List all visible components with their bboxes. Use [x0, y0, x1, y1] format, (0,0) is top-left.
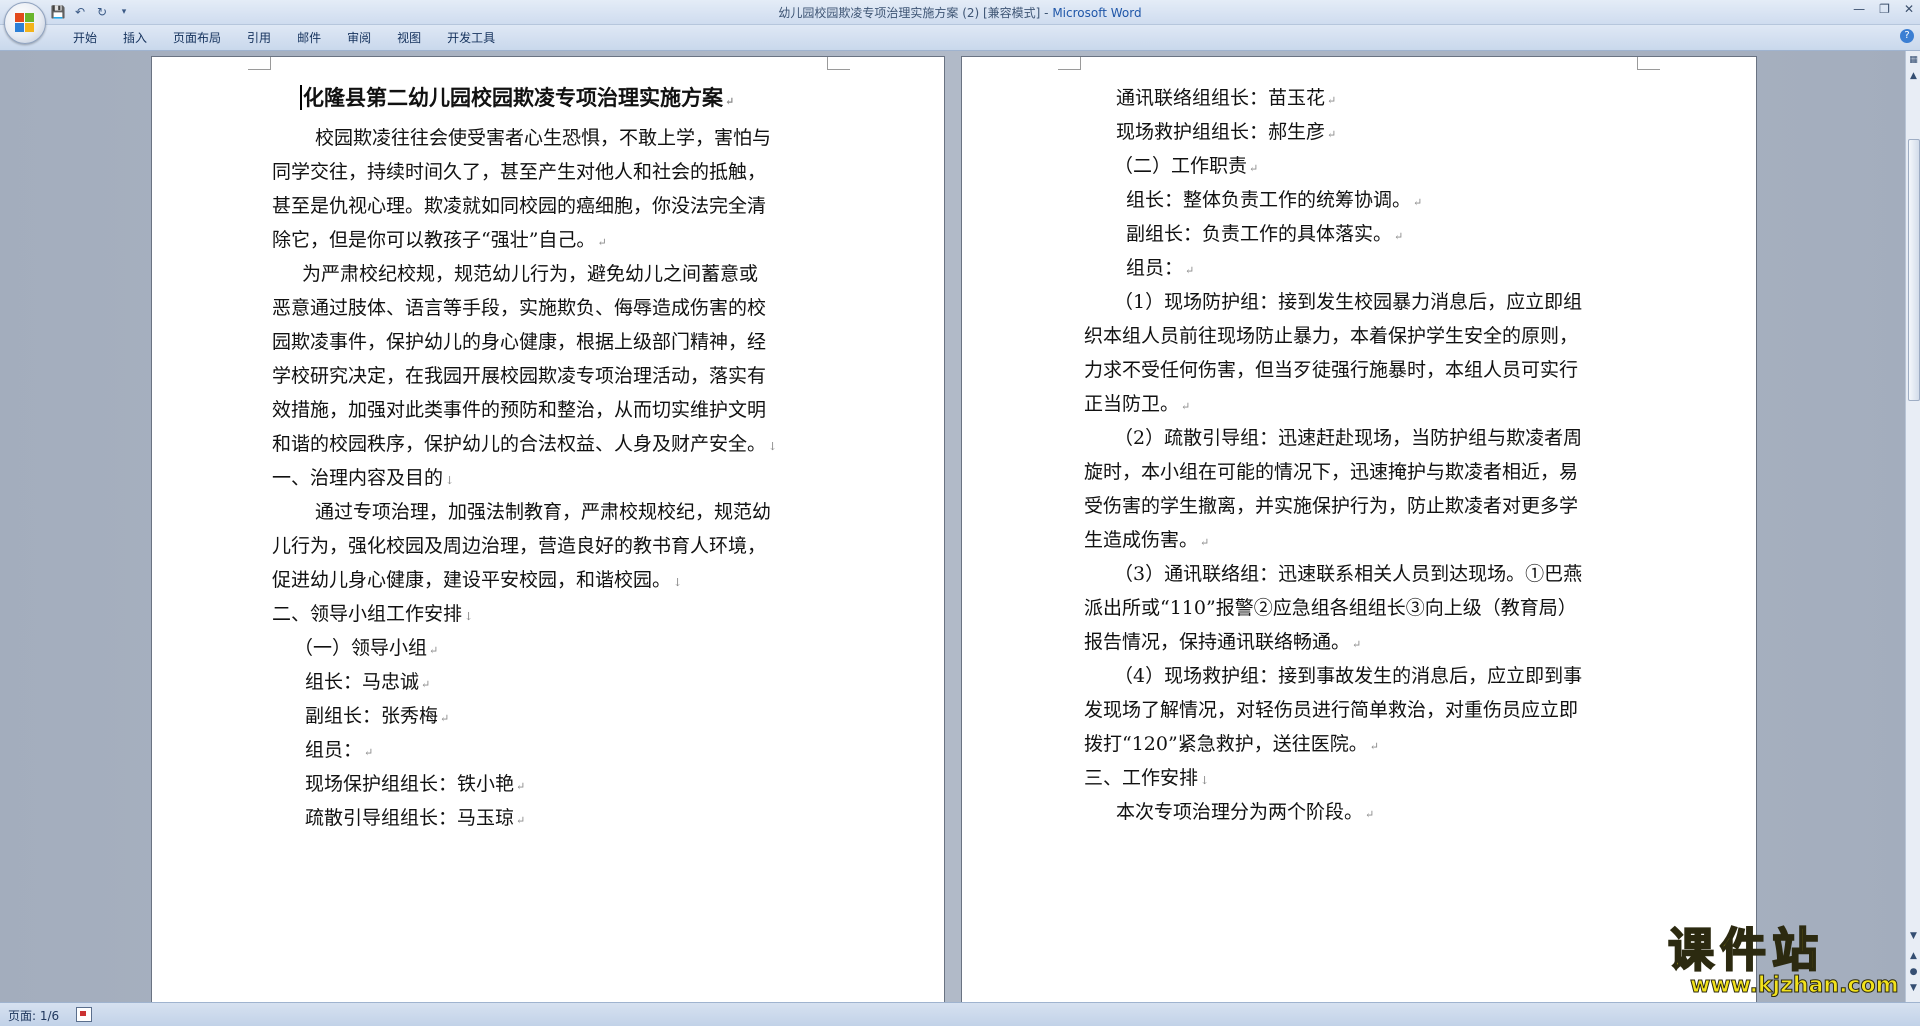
- vertical-scrollbar[interactable]: ▦ ▲ ▼ ▲ ● ▼: [1905, 51, 1920, 1002]
- paragraph-line: 通过专项治理，加强法制教育，严肃校规校纪，规范幼: [315, 501, 772, 523]
- ruler-toggle-icon[interactable]: ▦: [1908, 55, 1919, 66]
- paragraph-line: （3）通讯联络组：迅速联系相关人员到达现场。①巴燕: [1114, 563, 1583, 585]
- paragraph-line: 效措施，加强对此类事件的预防和整治，从而切实维护文明: [272, 399, 767, 421]
- crop-mark: [1637, 57, 1660, 70]
- ribbon-tabs: 开始 插入 页面布局 引用 邮件 审阅 视图 开发工具: [60, 30, 508, 46]
- paragraph-line: 正当防卫。 ↵: [1084, 393, 1191, 415]
- paragraph-line: 校园欺凌往往会使受害者心生恐惧，不敢上学，害怕与: [315, 127, 772, 149]
- tab-references[interactable]: 引用: [234, 30, 284, 46]
- paragraph-line: 组长：马忠诚 ↵: [305, 671, 431, 693]
- paragraph-line: 现场救护组组长：郝生彦 ↵: [1116, 121, 1337, 143]
- paragraph-line: （一）领导小组 ↵: [294, 637, 439, 659]
- crop-mark: [827, 57, 850, 70]
- paragraph-line: 织本组人员前往现场防止暴力，本着保护学生安全的原则，: [1084, 325, 1579, 347]
- ribbon: 开始 插入 页面布局 引用 邮件 审阅 视图 开发工具 ?: [0, 25, 1920, 51]
- paragraph-line: （二）工作职责 ↵: [1114, 155, 1259, 177]
- paragraph-line: 发现场了解情况，对轻伤员进行简单救治，对重伤员应立即: [1084, 699, 1579, 721]
- status-bar: 页面: 1/6: [0, 1002, 1920, 1026]
- crop-mark: [248, 57, 271, 70]
- restore-icon[interactable]: ❐: [1879, 2, 1890, 16]
- minimize-icon[interactable]: —: [1853, 2, 1865, 16]
- paragraph-line: 旋时，本小组在可能的情况下，迅速掩护与欺凌者相近，易: [1084, 461, 1579, 483]
- paragraph-line: 恶意通过肢体、语言等手段，实施欺负、侮辱造成伤害的校: [272, 297, 767, 319]
- next-page-icon[interactable]: ▼: [1908, 983, 1919, 994]
- paragraph-line: 组员： ↵: [305, 739, 374, 761]
- document-page-1[interactable]: 化隆县第二幼儿园校园欺凌专项治理实施方案 ↵ 校园欺凌往往会使受害者心生恐惧，不敢…: [152, 57, 944, 1002]
- browse-object-icon[interactable]: ●: [1908, 967, 1919, 978]
- crop-mark: [1058, 57, 1081, 70]
- paragraph-line: 促进幼儿身心健康，建设平安校园，和谐校园。 ↓: [272, 569, 683, 591]
- paragraph-line: 副组长：负责工作的具体落实。 ↵: [1126, 223, 1404, 245]
- document-name: 幼儿园校园欺凌专项治理实施方案 (2) [兼容模式] -: [778, 6, 1053, 20]
- paragraph-line: 拨打“120”紧急救护，送往医院。 ↵: [1084, 733, 1379, 755]
- window-title: 幼儿园校园欺凌专项治理实施方案 (2) [兼容模式] - Microsoft W…: [0, 4, 1920, 21]
- macro-record-icon[interactable]: [76, 1007, 92, 1022]
- section-heading: 一、治理内容及目的 ↓: [272, 467, 455, 489]
- site-watermark: 课件站 www.kjzhan.com: [1667, 923, 1900, 1001]
- document-title: 化隆县第二幼儿园校园欺凌专项治理实施方案 ↵: [300, 81, 734, 115]
- page-indicator[interactable]: 页面: 1/6: [8, 1007, 59, 1024]
- help-icon[interactable]: ?: [1900, 29, 1914, 43]
- tab-page-layout[interactable]: 页面布局: [160, 30, 234, 46]
- scrollbar-thumb[interactable]: [1908, 139, 1920, 401]
- previous-page-icon[interactable]: ▲: [1908, 951, 1919, 962]
- paragraph-line: 甚至是仇视心理。欺凌就如同校园的癌细胞，你没法完全清: [272, 195, 767, 217]
- tab-mailings[interactable]: 邮件: [284, 30, 334, 46]
- section-heading: 二、领导小组工作安排 ↓: [272, 603, 474, 625]
- paragraph-line: 组长：整体负责工作的统筹协调。 ↵: [1126, 189, 1423, 211]
- paragraph-line: （4）现场救护组：接到事故发生的消息后，应立即到事: [1114, 665, 1583, 687]
- paragraph-line: 除它，但是你可以教孩子“强壮”自己。 ↵: [272, 229, 607, 251]
- paragraph-line: 园欺凌事件，保护幼儿的身心健康，根据上级部门精神，经: [272, 331, 767, 353]
- document-page-2[interactable]: 通讯联络组组长：苗玉花 ↵ 现场救护组组长：郝生彦 ↵ （二）工作职责 ↵ 组长：整体…: [962, 57, 1756, 1002]
- paragraph-line: 学校研究决定，在我园开展校园欺凌专项治理活动，落实有: [272, 365, 767, 387]
- office-logo-icon: [15, 13, 35, 33]
- paragraph-line: 力求不受任何伤害，但当歹徒强行施暴时，本组人员可实行: [1084, 359, 1579, 381]
- office-button[interactable]: [4, 2, 46, 44]
- application-name: Microsoft Word: [1052, 6, 1142, 20]
- paragraph-line: （2）疏散引导组：迅速赶赴现场，当防护组与欺凌者周: [1114, 427, 1583, 449]
- close-icon[interactable]: ✕: [1904, 2, 1914, 16]
- paragraph-line: 为严肃校纪校规，规范幼儿行为，避免幼儿之间蓄意或: [302, 263, 759, 285]
- paragraph-line: 副组长：张秀梅 ↵: [305, 705, 450, 727]
- paragraph-line: 通讯联络组组长：苗玉花 ↵: [1116, 87, 1337, 109]
- paragraph-line: 生造成伤害。 ↵: [1084, 529, 1210, 551]
- scroll-down-icon[interactable]: ▼: [1908, 931, 1919, 942]
- tab-developer[interactable]: 开发工具: [434, 30, 508, 46]
- tab-view[interactable]: 视图: [384, 30, 434, 46]
- paragraph-line: 现场保护组组长：铁小艳 ↵: [305, 773, 526, 795]
- section-heading: 三、工作安排 ↓: [1084, 767, 1210, 789]
- scroll-up-icon[interactable]: ▲: [1908, 71, 1919, 82]
- paragraph-line: （1）现场防护组：接到发生校园暴力消息后，应立即组: [1114, 291, 1583, 313]
- paragraph-line: 疏散引导组组长：马玉琼 ↵: [305, 807, 526, 829]
- paragraph-line: 受伤害的学生撤离，并实施保护行为，防止欺凌者对更多学: [1084, 495, 1579, 517]
- tab-review[interactable]: 审阅: [334, 30, 384, 46]
- paragraph-line: 同学交往，持续时间久了，甚至产生对他人和社会的抵触，: [272, 161, 767, 183]
- paragraph-line: 报告情况，保持通讯联络畅通。 ↵: [1084, 631, 1362, 653]
- tab-home[interactable]: 开始: [60, 30, 110, 46]
- tab-insert[interactable]: 插入: [110, 30, 160, 46]
- title-bar: 💾 ↶ ↻ ▾ 幼儿园校园欺凌专项治理实施方案 (2) [兼容模式] - Mic…: [0, 0, 1920, 44]
- paragraph-line: 派出所或“110”报警②应急组各组组长③向上级（教育局）: [1084, 597, 1577, 619]
- paragraph-line: 和谐的校园秩序，保护幼儿的合法权益、人身及财产安全。 ↓: [272, 433, 778, 455]
- paragraph-line: 组员： ↵: [1126, 257, 1195, 279]
- window-controls: — ❐ ✕: [1853, 2, 1914, 16]
- watermark-logo-text: 课件站: [1667, 923, 1824, 977]
- paragraph-line: 本次专项治理分为两个阶段。 ↵: [1116, 801, 1375, 823]
- paragraph-line: 儿行为，强化校园及周边治理，营造良好的教书育人环境，: [272, 535, 767, 557]
- watermark-url: www.kjzhan.com: [1690, 973, 1900, 999]
